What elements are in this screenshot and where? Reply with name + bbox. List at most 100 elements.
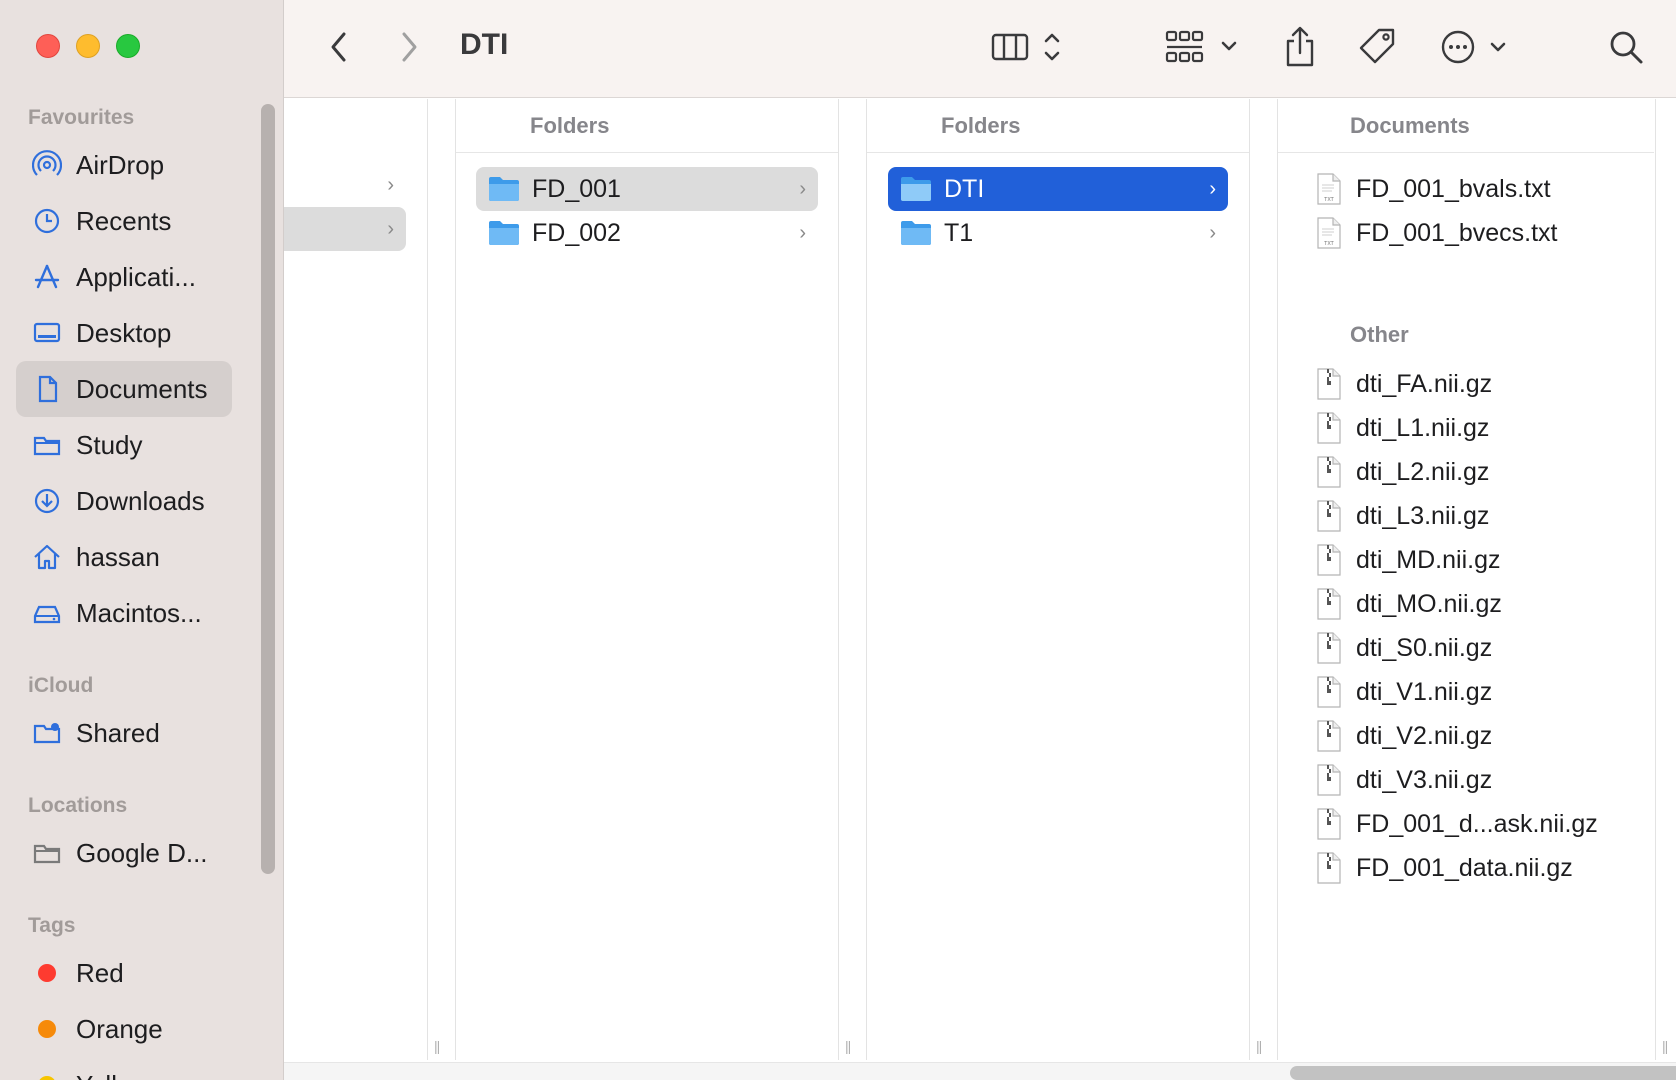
tag-color-dot bbox=[38, 1076, 56, 1080]
file-row[interactable]: dti_L2.nii.gz bbox=[1302, 450, 1642, 494]
document-icon bbox=[32, 374, 62, 404]
back-button[interactable] bbox=[324, 25, 354, 69]
folder-row-fd-001[interactable]: FD_001 › bbox=[476, 167, 818, 211]
file-row[interactable]: dti_V3.nii.gz bbox=[1302, 758, 1642, 802]
sidebar-item-shared[interactable]: Shared bbox=[16, 705, 232, 761]
disk-icon bbox=[32, 598, 62, 628]
sidebar-item-label: Study bbox=[76, 429, 143, 460]
folder-row-fd-002[interactable]: FD_002 › bbox=[476, 211, 818, 255]
sidebar-item-label: Desktop bbox=[76, 317, 172, 348]
sidebar-item-google-drive[interactable]: Google D... bbox=[16, 825, 232, 881]
clock-icon bbox=[32, 206, 62, 236]
file-row[interactable]: dti_L3.nii.gz bbox=[1302, 494, 1642, 538]
sidebar-item-documents[interactable]: Documents bbox=[16, 361, 232, 417]
archive-file-icon bbox=[1317, 808, 1341, 840]
chevron-right-icon: › bbox=[387, 217, 394, 240]
column-divider bbox=[866, 99, 867, 1060]
shared-folder-icon bbox=[32, 718, 62, 748]
folder-icon bbox=[901, 177, 931, 201]
file-row[interactable]: dti_MD.nii.gz bbox=[1302, 538, 1642, 582]
list-item[interactable]: › bbox=[284, 163, 406, 207]
horizontal-scrollbar-thumb[interactable] bbox=[1290, 1066, 1676, 1080]
tag-color-dot bbox=[38, 964, 56, 982]
close-window-button[interactable] bbox=[36, 34, 60, 58]
folder-row-dti[interactable]: DTI › bbox=[888, 167, 1228, 211]
file-label: dti_L3.nii.gz bbox=[1356, 501, 1490, 530]
folder-icon bbox=[32, 430, 62, 460]
file-row[interactable]: TXT FD_001_bvecs.txt bbox=[1302, 211, 1642, 255]
column-divider[interactable] bbox=[427, 99, 428, 1060]
archive-file-icon bbox=[1317, 368, 1341, 400]
list-item[interactable]: › bbox=[284, 207, 406, 251]
archive-file-icon bbox=[1317, 544, 1341, 576]
file-label: dti_MO.nii.gz bbox=[1356, 589, 1502, 618]
column-resize-handle[interactable]: || bbox=[434, 1038, 440, 1054]
folder-label: FD_001 bbox=[532, 174, 621, 203]
sidebar-tag-red[interactable]: Red bbox=[16, 945, 232, 1001]
folder-label: DTI bbox=[944, 174, 985, 203]
zoom-window-button[interactable] bbox=[116, 34, 140, 58]
sidebar-item-desktop[interactable]: Desktop bbox=[16, 305, 232, 361]
folder-row-t1[interactable]: T1 › bbox=[888, 211, 1228, 255]
sidebar-section-tags: Tags bbox=[28, 914, 76, 937]
file-label: dti_L1.nii.gz bbox=[1356, 413, 1490, 442]
folder-icon bbox=[32, 838, 62, 868]
file-row[interactable]: dti_V2.nii.gz bbox=[1302, 714, 1642, 758]
home-icon bbox=[32, 542, 62, 572]
sidebar-item-downloads[interactable]: Downloads bbox=[16, 473, 232, 529]
archive-file-icon bbox=[1317, 764, 1341, 796]
column-header: Folders bbox=[456, 99, 838, 153]
chevron-right-icon: › bbox=[387, 173, 394, 196]
chevron-left-icon bbox=[331, 32, 346, 62]
forward-button[interactable] bbox=[394, 25, 424, 69]
folder-icon bbox=[489, 177, 519, 201]
sidebar-item-label: Recents bbox=[76, 205, 172, 236]
sidebar-item-macintosh[interactable]: Macintos... bbox=[16, 585, 232, 641]
file-label: FD_001_d...ask.nii.gz bbox=[1356, 809, 1598, 838]
svg-text:TXT: TXT bbox=[1323, 241, 1334, 247]
sidebar-tag-yellow[interactable]: Yello bbox=[16, 1057, 232, 1080]
group-button[interactable] bbox=[1164, 25, 1240, 69]
file-row[interactable]: dti_V1.nii.gz bbox=[1302, 670, 1642, 714]
section-header-other: Other bbox=[1350, 322, 1409, 347]
search-button[interactable] bbox=[1606, 25, 1646, 69]
sidebar-item-study[interactable]: Study bbox=[16, 417, 232, 473]
column-divider[interactable] bbox=[838, 99, 839, 1060]
file-row[interactable]: dti_FA.nii.gz bbox=[1302, 362, 1642, 406]
column-resize-handle[interactable]: || bbox=[1256, 1038, 1262, 1054]
sidebar-item-home[interactable]: hassan bbox=[16, 529, 232, 585]
sidebar-item-recents[interactable]: Recents bbox=[16, 193, 232, 249]
chevron-right-icon bbox=[402, 32, 417, 62]
file-row[interactable]: dti_MO.nii.gz bbox=[1302, 582, 1642, 626]
window-title: DTI bbox=[460, 28, 509, 61]
sidebar-item-label: Orange bbox=[76, 1013, 163, 1044]
folder-label: T1 bbox=[944, 218, 974, 247]
sidebar-item-airdrop[interactable]: AirDrop bbox=[16, 137, 232, 193]
file-label: dti_V2.nii.gz bbox=[1356, 721, 1493, 750]
more-actions-button[interactable] bbox=[1440, 25, 1510, 69]
toolbar: DTI bbox=[284, 0, 1676, 98]
column-resize-handle[interactable]: || bbox=[845, 1038, 851, 1054]
column-header: Folders bbox=[867, 99, 1249, 153]
sidebar-item-applications[interactable]: Applicati... bbox=[16, 249, 232, 305]
sidebar-section-locations: Locations bbox=[28, 794, 128, 817]
sidebar-section-icloud: iCloud bbox=[28, 674, 94, 697]
file-row[interactable]: FD_001_data.nii.gz bbox=[1302, 846, 1642, 890]
sidebar-tag-orange[interactable]: Orange bbox=[16, 1001, 232, 1057]
column-divider bbox=[1277, 99, 1278, 1060]
file-row[interactable]: TXT FD_001_bvals.txt bbox=[1302, 167, 1642, 211]
sidebar-item-label: Macintos... bbox=[76, 597, 202, 628]
file-row[interactable]: dti_L1.nii.gz bbox=[1302, 406, 1642, 450]
column-divider[interactable] bbox=[1249, 99, 1250, 1060]
column-resize-handle[interactable]: || bbox=[1662, 1038, 1668, 1054]
column-divider[interactable] bbox=[1655, 99, 1656, 1060]
archive-file-icon bbox=[1317, 676, 1341, 708]
tag-button[interactable] bbox=[1356, 25, 1400, 69]
file-row[interactable]: FD_001_d...ask.nii.gz bbox=[1302, 802, 1642, 846]
minimize-window-button[interactable] bbox=[76, 34, 100, 58]
file-row[interactable]: dti_S0.nii.gz bbox=[1302, 626, 1642, 670]
sidebar-scrollbar[interactable] bbox=[261, 104, 275, 874]
view-mode-button[interactable] bbox=[990, 25, 1066, 69]
share-button[interactable] bbox=[1280, 25, 1320, 69]
column-divider bbox=[455, 99, 456, 1060]
